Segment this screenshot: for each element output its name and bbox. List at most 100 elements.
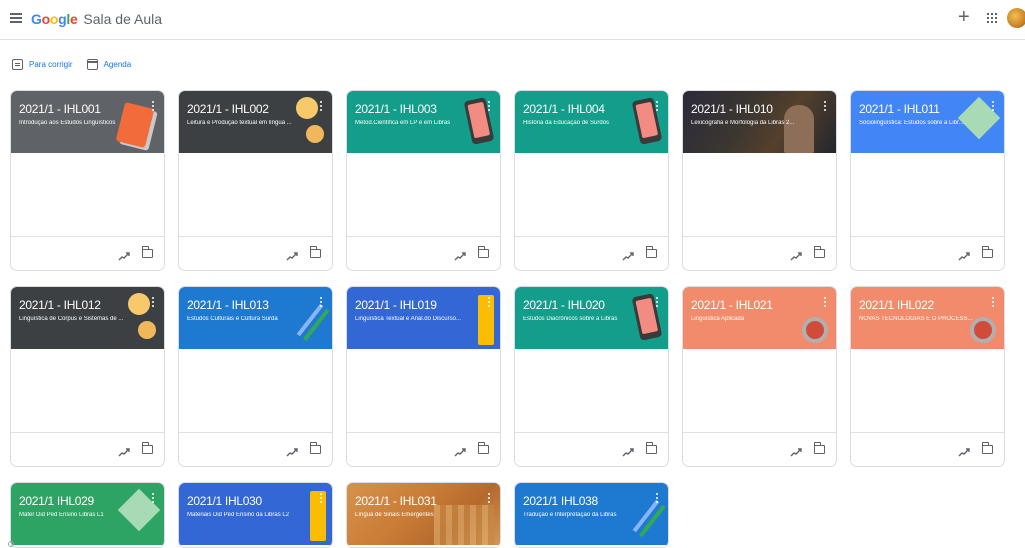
trending-up-icon[interactable] [286,248,298,261]
folder-icon[interactable] [141,442,153,454]
google-classroom-logo[interactable]: Google Sala de Aula [31,11,162,27]
trending-up-icon[interactable] [454,248,466,261]
hamburger-menu-icon[interactable] [10,13,22,23]
more-options-icon[interactable] [320,493,323,505]
class-card[interactable]: 2021/1 - IHL010 Lexicografia e Morfologia… [682,90,837,271]
more-options-icon[interactable] [320,297,323,309]
account-avatar[interactable] [1007,8,1025,28]
calendar-label: Agenda [103,59,132,69]
more-options-icon[interactable] [656,297,659,309]
folder-icon[interactable] [477,442,489,454]
folder-icon[interactable] [981,246,993,258]
folder-icon[interactable] [813,442,825,454]
more-options-icon[interactable] [320,101,323,113]
folder-icon[interactable] [309,246,321,258]
class-card-banner[interactable]: 2021/1 - IHL010 Lexicografia e Morfologia… [683,91,836,153]
class-card[interactable]: 2021/1 IHL038 Tradução e Interpretação da… [514,482,669,548]
more-options-icon[interactable] [152,101,155,113]
more-options-icon[interactable] [824,297,827,309]
class-card-banner[interactable]: 2021/1 - IHL003 Metod.Científica em LP e … [347,91,500,153]
more-options-icon[interactable] [152,493,155,505]
class-card[interactable]: 2021/1 - IHL012 Linguística de Corpus e S… [10,286,165,467]
class-card-banner[interactable]: 2021/1 IHL022 NOVAS TECNOLOGIAS E O PROCE… [851,287,1004,349]
to-review-link[interactable]: Para corrigir [12,56,73,72]
class-card-banner[interactable]: 2021/1 - IHL012 Linguística de Corpus e S… [11,287,164,349]
class-card-banner[interactable]: 2021/1 - IHL021 Linguística Aplicada [683,287,836,349]
class-card-footer [11,236,164,270]
trending-up-icon[interactable] [118,444,130,457]
folder-icon[interactable] [981,442,993,454]
add-class-plus-icon[interactable]: + [958,7,970,27]
class-card[interactable]: 2021/1 - IHL021 Linguística Aplicada [682,286,837,467]
class-card-title[interactable]: 2021/1 - IHL003 [355,102,437,116]
class-card[interactable]: 2021/1 - IHL019 Linguística Textual e Aná… [346,286,501,467]
folder-icon[interactable] [645,442,657,454]
class-card-title[interactable]: 2021/1 - IHL013 [187,298,269,312]
class-card-banner[interactable]: 2021/1 - IHL019 Linguística Textual e Aná… [347,287,500,349]
class-card-banner[interactable]: 2021/1 IHL038 Tradução e Interpretação da… [515,483,668,545]
class-card-title[interactable]: 2021/1 - IHL031 [355,494,437,508]
class-card-title[interactable]: 2021/1 - IHL019 [355,298,437,312]
folder-icon[interactable] [141,246,153,258]
folder-icon[interactable] [477,246,489,258]
more-options-icon[interactable] [152,297,155,309]
class-card-title[interactable]: 2021/1 - IHL002 [187,102,269,116]
class-card-title[interactable]: 2021/1 - IHL011 [859,102,940,116]
trending-up-icon[interactable] [622,248,634,261]
class-card-title[interactable]: 2021/1 - IHL004 [523,102,605,116]
banner-illustration [478,295,494,345]
folder-icon[interactable] [645,246,657,258]
class-card[interactable]: 2021/1 - IHL011 Sociolinguística: Estudos… [850,90,1005,271]
trending-up-icon[interactable] [454,444,466,457]
trending-up-icon[interactable] [790,444,802,457]
class-card-banner[interactable]: 2021/1 - IHL001 Introdução aos Estudos Li… [11,91,164,153]
class-card[interactable]: 2021/1 - IHL020 Estudos Diacrônicos sobre… [514,286,669,467]
class-card-banner[interactable]: 2021/1 IHL029 Mater Did Ped Ensino Libras… [11,483,164,545]
class-card-banner[interactable]: 2021/1 - IHL031 Língua de Sinais Emergent… [347,483,500,545]
class-card-title[interactable]: 2021/1 IHL030 [187,494,262,508]
trending-up-icon[interactable] [118,248,130,261]
class-card[interactable]: 2021/1 - IHL001 Introdução aos Estudos Li… [10,90,165,271]
class-card-banner[interactable]: 2021/1 - IHL004 História da Educação de S… [515,91,668,153]
more-options-icon[interactable] [656,493,659,505]
more-options-icon[interactable] [488,101,491,113]
google-apps-grid-icon[interactable] [987,13,997,23]
class-card[interactable]: 2021/1 - IHL004 História da Educação de S… [514,90,669,271]
class-card-banner[interactable]: 2021/1 - IHL013 Estudos Culturais e Cultu… [179,287,332,349]
class-card-title[interactable]: 2021/1 - IHL001 [19,102,101,116]
class-card[interactable]: 2021/1 - IHL002 Leitura e Produção textua… [178,90,333,271]
class-card-banner[interactable]: 2021/1 - IHL011 Sociolinguística: Estudos… [851,91,1004,153]
class-card-title[interactable]: 2021/1 IHL022 [859,298,934,312]
class-card-title[interactable]: 2021/1 IHL038 [523,494,598,508]
trending-up-icon[interactable] [790,248,802,261]
class-card[interactable]: 2021/1 - IHL013 Estudos Culturais e Cultu… [178,286,333,467]
trending-up-icon[interactable] [622,444,634,457]
more-options-icon[interactable] [488,297,491,309]
class-card-title[interactable]: 2021/1 - IHL020 [523,298,605,312]
class-card[interactable]: 2021/1 IHL022 NOVAS TECNOLOGIAS E O PROCE… [850,286,1005,467]
trending-up-icon[interactable] [958,444,970,457]
more-options-icon[interactable] [488,493,491,505]
more-options-icon[interactable] [824,101,827,113]
class-card-title[interactable]: 2021/1 IHL029 [19,494,94,508]
class-card-title[interactable]: 2021/1 - IHL021 [691,298,773,312]
class-card-footer [851,236,1004,270]
class-card[interactable]: 2021/1 IHL029 Mater Did Ped Ensino Libras… [10,482,165,548]
more-options-icon[interactable] [992,101,995,113]
folder-icon[interactable] [813,246,825,258]
class-card-banner[interactable]: 2021/1 - IHL020 Estudos Diacrônicos sobre… [515,287,668,349]
more-options-icon[interactable] [656,101,659,113]
more-options-icon[interactable] [992,297,995,309]
class-card[interactable]: 2021/1 IHL030 Materiais Did Ped Ensino da… [178,482,333,548]
folder-icon[interactable] [309,442,321,454]
class-card[interactable]: 2021/1 - IHL003 Metod.Científica em LP e … [346,90,501,271]
help-circle-icon[interactable] [8,541,14,547]
class-card-title[interactable]: 2021/1 - IHL012 [19,298,101,312]
calendar-link[interactable]: Agenda [86,56,132,72]
trending-up-icon[interactable] [286,444,298,457]
class-card-banner[interactable]: 2021/1 - IHL002 Leitura e Produção textua… [179,91,332,153]
class-card-banner[interactable]: 2021/1 IHL030 Materiais Did Ped Ensino da… [179,483,332,545]
trending-up-icon[interactable] [958,248,970,261]
class-card[interactable]: 2021/1 - IHL031 Língua de Sinais Emergent… [346,482,501,548]
class-card-title[interactable]: 2021/1 - IHL010 [691,102,773,116]
